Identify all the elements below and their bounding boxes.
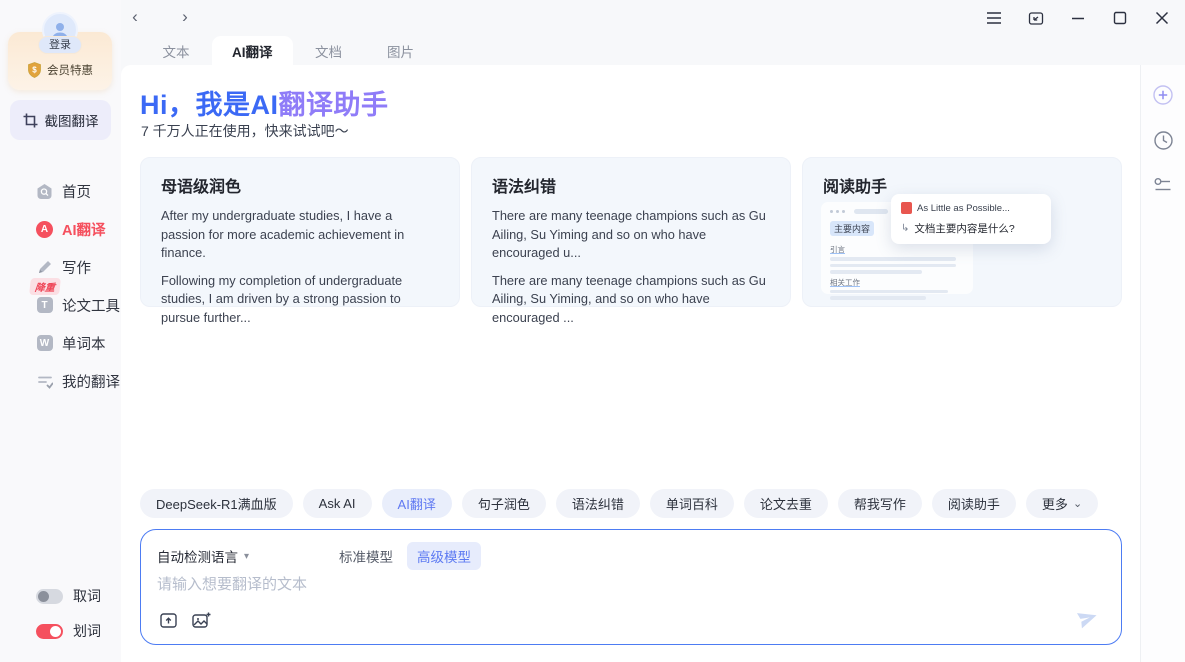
toggle-off-switch[interactable] bbox=[36, 589, 63, 604]
pdf-file-icon bbox=[901, 202, 912, 214]
chevron-down-icon: ⌄ bbox=[1073, 497, 1082, 510]
upload-image-icon[interactable] bbox=[190, 609, 212, 631]
mock-doc-tag: 主要内容 bbox=[830, 221, 874, 236]
chip-ask-ai[interactable]: Ask AI bbox=[303, 489, 372, 518]
mock-section-label: 引言 bbox=[830, 244, 964, 255]
login-button[interactable]: 登录 bbox=[38, 36, 82, 54]
send-icon[interactable] bbox=[1073, 604, 1103, 634]
tab-image[interactable]: 图片 bbox=[365, 36, 437, 65]
screenshot-translate-button[interactable]: 截图翻译 bbox=[10, 100, 111, 140]
tab-text[interactable]: 文本 bbox=[140, 36, 212, 65]
chip-reading-assistant[interactable]: 阅读助手 bbox=[932, 489, 1016, 518]
card-text: After my undergraduate studies, I have a… bbox=[161, 207, 439, 263]
chip-sentence-polish[interactable]: 句子润色 bbox=[462, 489, 546, 518]
mock-popup-filename: As Little as Possible... bbox=[917, 203, 1010, 214]
chip-deepseek[interactable]: DeepSeek-R1满血版 bbox=[140, 489, 293, 518]
sidebar-item-home[interactable]: 首页 bbox=[0, 172, 121, 210]
card-text: Following my completion of undergraduate… bbox=[161, 272, 439, 328]
tab-ai-translate[interactable]: AI翻译 bbox=[212, 36, 293, 65]
chip-paper-dedup[interactable]: 论文去重 bbox=[744, 489, 828, 518]
main-content: Hi，我是AI翻译助手 7 千万人正在使用，快来试试吧～ 母语级润色 After… bbox=[121, 65, 1140, 662]
card-text: There are many teenage champions such as… bbox=[492, 272, 770, 328]
toggle-highlight-word[interactable]: 划词 bbox=[36, 619, 101, 643]
reply-arrow-icon: ↳ bbox=[901, 223, 909, 234]
chip-help-write[interactable]: 帮我写作 bbox=[838, 489, 922, 518]
sidebar: 登录 $ 会员特惠 截图翻译 首页 bbox=[0, 0, 121, 662]
vip-banner[interactable]: $ 会员特惠 bbox=[8, 62, 112, 78]
sidebar-item-label: 单词本 bbox=[62, 333, 106, 354]
card-title: 语法纠错 bbox=[492, 173, 770, 197]
crop-icon bbox=[23, 113, 38, 128]
toggle-pick-word[interactable]: 取词 bbox=[36, 584, 101, 608]
ai-translate-icon: A bbox=[36, 221, 53, 238]
page-subtitle: 7 千万人正在使用，快来试试吧～ bbox=[141, 121, 349, 141]
sidebar-nav: 首页 A AI翻译 写作 降重 T 论文工具 bbox=[0, 172, 121, 400]
reading-mock-popup: As Little as Possible... ↳ 文档主要内容是什么? bbox=[891, 194, 1051, 244]
chip-word-encyclopedia[interactable]: 单词百科 bbox=[650, 489, 734, 518]
discount-badge: 降重 bbox=[29, 278, 61, 295]
history-clock-icon[interactable] bbox=[1151, 128, 1175, 152]
toggle-label: 划词 bbox=[73, 621, 101, 641]
chip-ai-translate[interactable]: AI翻译 bbox=[382, 489, 452, 518]
tab-document[interactable]: 文档 bbox=[293, 36, 365, 65]
sidebar-item-label: AI翻译 bbox=[62, 219, 106, 240]
pen-icon bbox=[36, 259, 53, 276]
menu-icon[interactable] bbox=[979, 4, 1009, 32]
word-lookup-icon[interactable] bbox=[1151, 173, 1175, 197]
app-window: ‹ › 登录 $ bbox=[0, 0, 1185, 662]
card-title: 母语级润色 bbox=[161, 173, 439, 197]
compact-mode-icon[interactable] bbox=[1021, 4, 1051, 32]
vip-label: 会员特惠 bbox=[47, 62, 93, 78]
sidebar-item-ai-translate[interactable]: A AI翻译 bbox=[0, 210, 121, 248]
new-session-icon[interactable] bbox=[1151, 83, 1175, 107]
toggle-on-switch[interactable] bbox=[36, 624, 63, 639]
model-standard-button[interactable]: 标准模型 bbox=[339, 546, 393, 566]
card-text: There are many teenage champions such as… bbox=[492, 207, 770, 263]
mock-popup-question: 文档主要内容是什么? bbox=[914, 221, 1014, 236]
word-toggles: 取词 划词 bbox=[36, 584, 101, 654]
screenshot-translate-label: 截图翻译 bbox=[45, 110, 99, 130]
history-nav: ‹ › bbox=[124, 6, 196, 28]
quick-action-chips: DeepSeek-R1满血版 Ask AI AI翻译 句子润色 语法纠错 单词百… bbox=[140, 489, 1098, 518]
wordbook-icon: W bbox=[36, 335, 53, 352]
mock-section-label: 相关工作 bbox=[830, 277, 964, 288]
minimize-icon[interactable] bbox=[1063, 4, 1093, 32]
card-reading-assistant[interactable]: 阅读助手 主要内容 引言 相关工作 As Little as Possible.… bbox=[802, 157, 1122, 307]
caret-down-icon: ▾ bbox=[244, 551, 249, 562]
account-area[interactable]: 登录 $ 会员特惠 bbox=[8, 12, 112, 78]
feature-cards: 母语级润色 After my undergraduate studies, I … bbox=[140, 157, 1122, 307]
translate-input[interactable] bbox=[157, 576, 797, 593]
forward-button[interactable]: › bbox=[174, 6, 196, 28]
mode-tabs: 文本 AI翻译 文档 图片 bbox=[140, 36, 437, 65]
chip-grammar-check[interactable]: 语法纠错 bbox=[556, 489, 640, 518]
card-grammar-check[interactable]: 语法纠错 There are many teenage champions su… bbox=[471, 157, 791, 307]
sidebar-item-wordbook[interactable]: W 单词本 bbox=[0, 324, 121, 362]
close-icon[interactable] bbox=[1147, 4, 1177, 32]
upload-file-icon[interactable] bbox=[157, 609, 179, 631]
sidebar-item-label: 首页 bbox=[62, 181, 91, 202]
translate-composer: 自动检测语言 ▾ 标准模型 高级模型 bbox=[140, 529, 1122, 645]
card-native-polish[interactable]: 母语级润色 After my undergraduate studies, I … bbox=[140, 157, 460, 307]
sidebar-item-label: 写作 bbox=[62, 257, 91, 278]
home-search-icon bbox=[36, 183, 53, 200]
maximize-icon[interactable] bbox=[1105, 4, 1135, 32]
svg-text:$: $ bbox=[32, 66, 37, 75]
right-toolbar bbox=[1140, 65, 1185, 662]
toggle-label: 取词 bbox=[73, 586, 101, 606]
window-controls bbox=[979, 4, 1177, 32]
translation-list-icon bbox=[36, 373, 53, 390]
sidebar-item-label: 我的翻译 bbox=[62, 371, 120, 392]
paper-tools-icon: T bbox=[36, 297, 53, 314]
back-button[interactable]: ‹ bbox=[124, 6, 146, 28]
vip-badge-icon: $ bbox=[27, 62, 42, 78]
sidebar-item-my-translations[interactable]: 我的翻译 bbox=[0, 362, 121, 400]
page-title: Hi，我是AI翻译助手 bbox=[140, 83, 389, 122]
sidebar-item-paper-tools[interactable]: 降重 T 论文工具 bbox=[0, 286, 121, 324]
language-selector[interactable]: 自动检测语言 ▾ bbox=[157, 546, 249, 566]
model-advanced-button[interactable]: 高级模型 bbox=[407, 542, 481, 570]
chip-more[interactable]: 更多 ⌄ bbox=[1026, 489, 1098, 518]
sidebar-item-label: 论文工具 bbox=[62, 295, 120, 316]
